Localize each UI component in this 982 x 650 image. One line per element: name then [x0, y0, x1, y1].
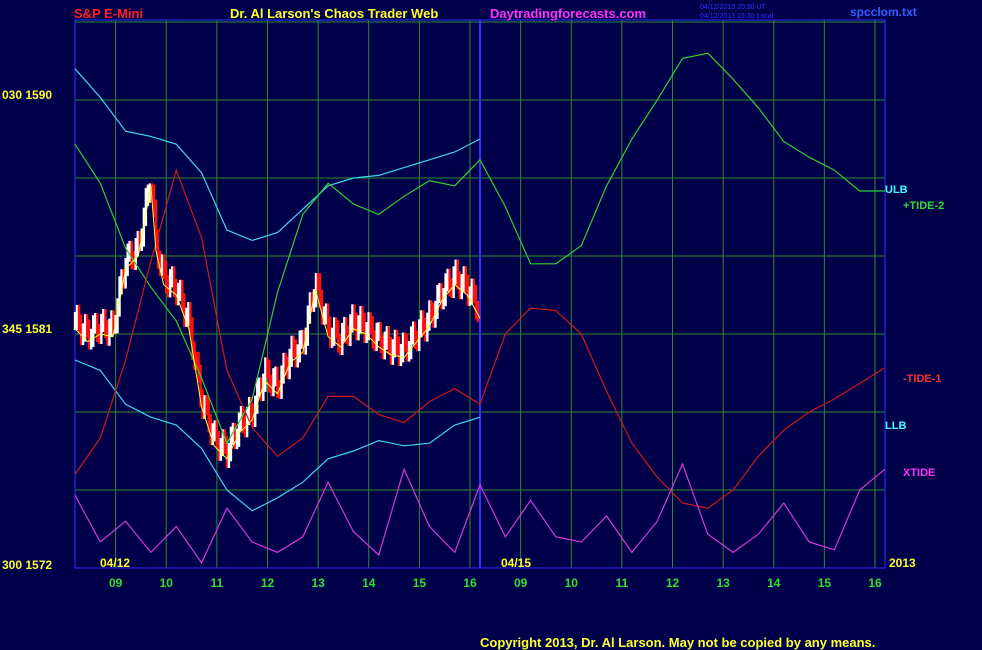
x-tick-label: 14 — [362, 576, 376, 590]
site-link[interactable]: Daytradingforecasts.com — [490, 6, 646, 21]
y-tick-label-1581: 345 1581 — [2, 322, 52, 336]
x-tick-label: 15 — [818, 576, 832, 590]
x-tick-label: 11 — [211, 576, 224, 590]
x-tick-label: 10 — [565, 576, 579, 590]
x-tick-label: 12 — [261, 576, 275, 590]
x-tick-label: 16 — [868, 576, 882, 590]
copyright-notice: Copyright 2013, Dr. Al Larson. May not b… — [480, 635, 875, 650]
legend-xtide: XTIDE — [903, 467, 935, 479]
x-tick-label: 12 — [666, 576, 680, 590]
timestamp-local: 04/12/2013 15:30 Local — [700, 13, 774, 20]
x-tick-label: 13 — [716, 576, 730, 590]
chart-background — [0, 0, 982, 650]
y-tick-label-1572: 300 1572 — [2, 558, 52, 572]
x-tick-label: 14 — [767, 576, 781, 590]
timestamp-ut: 04/12/2013 20:30 UT — [700, 4, 766, 11]
x-tick-label: 11 — [616, 576, 629, 590]
date-label-0412: 04/12 — [100, 556, 130, 570]
legend-ulb: ULB — [885, 184, 908, 196]
chart-canvas: S&P E-Mini Dr. Al Larson's Chaos Trader … — [0, 0, 982, 650]
y-tick-label-1590: 030 1590 — [2, 88, 52, 102]
symbol-title: S&P E-Mini — [74, 6, 143, 21]
chart-title: Dr. Al Larson's Chaos Trader Web — [230, 6, 438, 21]
legend-tide1: -TIDE-1 — [903, 373, 942, 385]
legend-llb: LLB — [885, 420, 906, 432]
year-label: 2013 — [889, 556, 916, 570]
x-tick-label: 09 — [109, 576, 123, 590]
x-tick-label: 09 — [514, 576, 528, 590]
x-tick-label: 16 — [463, 576, 477, 590]
x-tick-label: 13 — [311, 576, 325, 590]
x-tick-label: 15 — [413, 576, 427, 590]
x-tick-label: 10 — [160, 576, 174, 590]
data-file-name: spcclom.txt — [850, 5, 917, 19]
date-label-0415: 04/15 — [501, 556, 531, 570]
legend-tide2: +TIDE-2 — [903, 200, 944, 212]
